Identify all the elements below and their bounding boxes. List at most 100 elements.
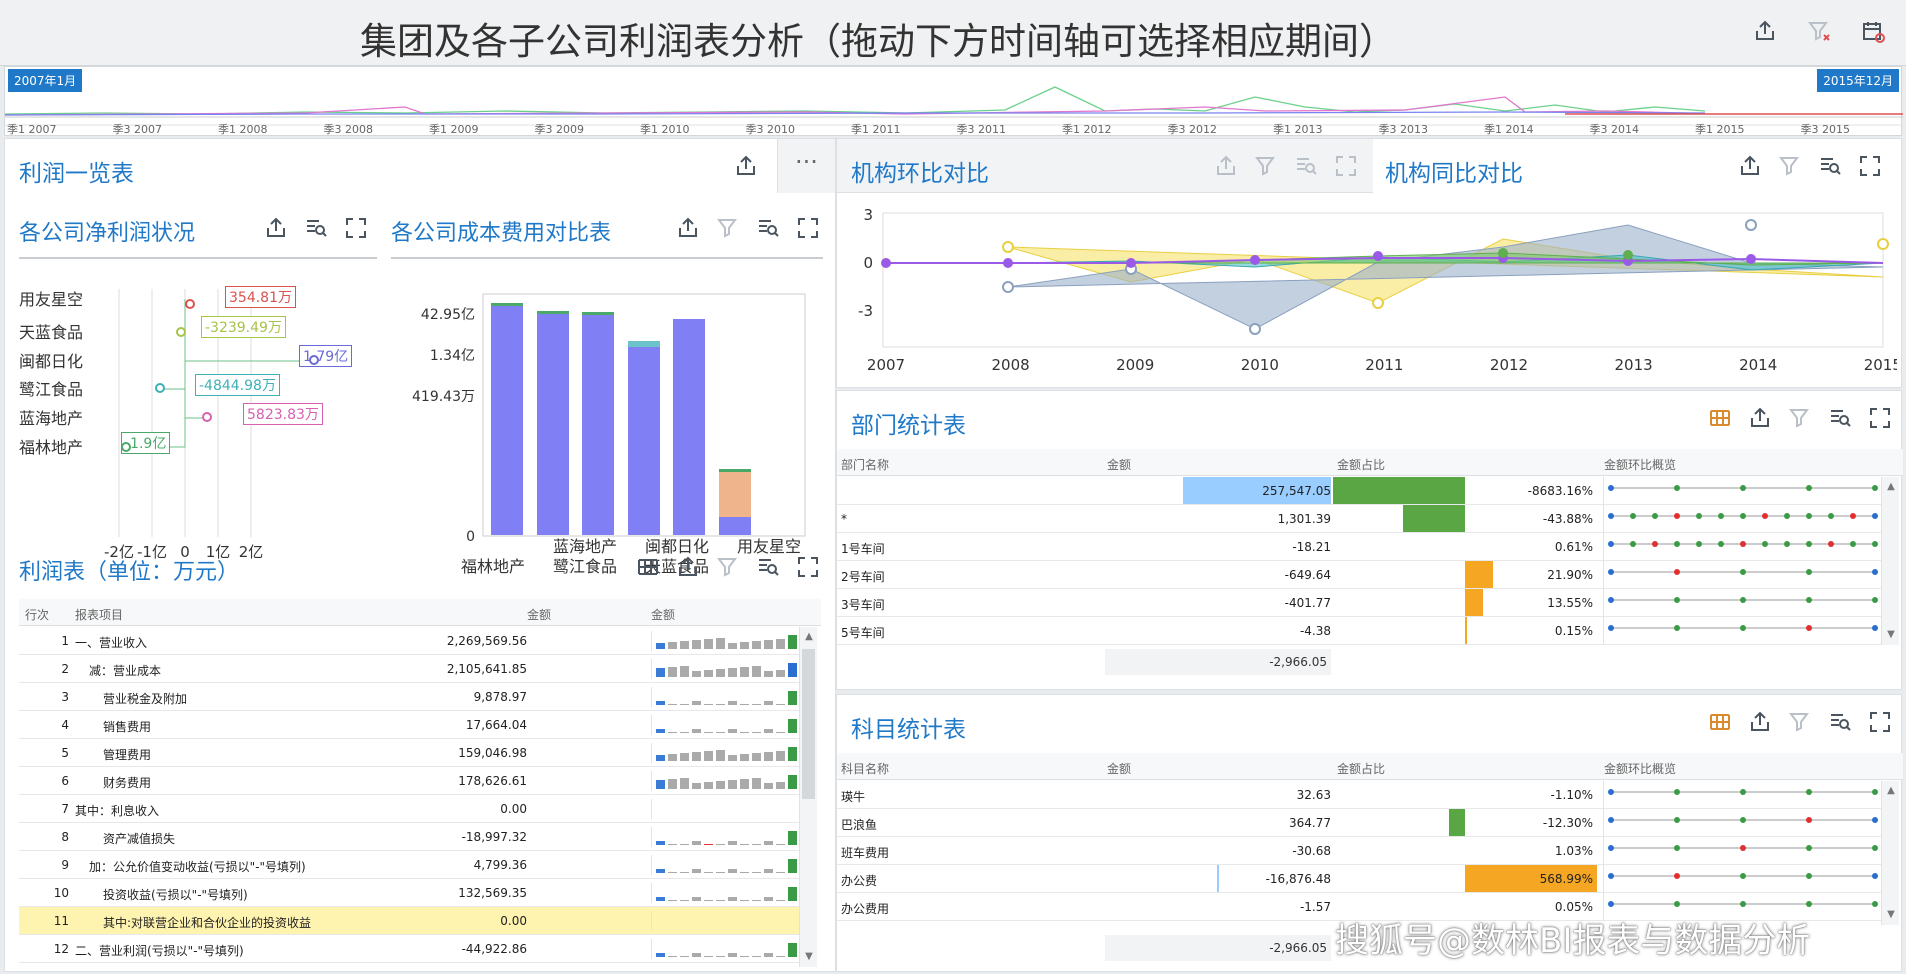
table-row[interactable]: 10 投资收益(亏损以"-"号填列) 132,569.35 xyxy=(19,879,799,907)
inline-bar xyxy=(1465,617,1467,644)
clear-filter-icon[interactable] xyxy=(1787,405,1813,431)
fullscreen-icon[interactable] xyxy=(1333,153,1359,179)
net-profit-point[interactable] xyxy=(121,442,131,452)
scroll-thumb[interactable] xyxy=(802,649,815,799)
net-profit-point[interactable] xyxy=(155,383,165,393)
net-profit-data-label: 1.79亿 xyxy=(299,345,353,367)
table-row[interactable]: 3 营业税金及附加 9,878.97 xyxy=(19,683,799,711)
search-filter-icon[interactable] xyxy=(303,215,329,241)
export-icon[interactable] xyxy=(1747,709,1773,735)
table-row[interactable]: 3号车间 -401.77 13.55% xyxy=(837,589,1881,617)
fullscreen-icon[interactable] xyxy=(1857,153,1883,179)
table-row[interactable]: 6 财务费用 178,626.61 xyxy=(19,767,799,795)
clear-filter-icon[interactable] xyxy=(1787,709,1813,735)
export-icon[interactable] xyxy=(675,554,701,580)
company-label: 蓝海地产 xyxy=(19,409,83,428)
timeline-tick: 季1 2010 xyxy=(640,123,690,136)
y-tick-label: 3 xyxy=(863,206,873,224)
x-tick-label: 2010 xyxy=(1241,356,1279,374)
table-row[interactable]: 2 减：营业成本 2,105,641.85 xyxy=(19,655,799,683)
net-profit-point[interactable] xyxy=(309,355,319,365)
cell-no: 2 xyxy=(61,662,69,676)
mini-bar-chart xyxy=(651,883,797,903)
scroll-down-icon[interactable]: ▼ xyxy=(1883,627,1899,643)
table-row[interactable]: 班车费用 -30.68 1.03% xyxy=(837,837,1881,865)
export-icon[interactable] xyxy=(1752,18,1778,44)
scroll-down-icon[interactable]: ▼ xyxy=(1883,907,1899,923)
column-settings-icon[interactable] xyxy=(1707,405,1733,431)
fullscreen-icon[interactable] xyxy=(1867,709,1893,735)
cell-amount: -1.57 xyxy=(1299,900,1331,914)
cell-amount: -401.77 xyxy=(1284,596,1331,610)
export-icon[interactable] xyxy=(675,215,701,241)
cell-item: 投资收益(亏损以"-"号填列) xyxy=(103,888,248,902)
table-row[interactable]: 巴浪鱼 364.77 -12.30% xyxy=(837,809,1881,837)
export-icon[interactable] xyxy=(263,215,289,241)
table-row[interactable]: 1 一、营业收入 2,269,569.56 xyxy=(19,627,799,655)
search-filter-icon[interactable] xyxy=(1293,153,1319,179)
mini-bar-chart xyxy=(651,687,797,707)
company-label: 闽都日化 xyxy=(19,352,83,371)
search-filter-icon[interactable] xyxy=(755,554,781,580)
table-row[interactable]: 11 其中:对联营企业和合伙企业的投资收益 0.00 xyxy=(19,907,799,935)
table-row[interactable]: 12 二、营业利润(亏损以"-"号填列) -44,922.86 xyxy=(19,935,799,963)
table-row[interactable]: 办公费 -16,876.48 568.99% xyxy=(837,865,1881,893)
fullscreen-icon[interactable] xyxy=(795,554,821,580)
export-icon[interactable] xyxy=(1213,153,1239,179)
clear-filter-icon[interactable] xyxy=(1777,153,1803,179)
search-filter-icon[interactable] xyxy=(1827,709,1853,735)
table-row[interactable]: 8 资产减值损失 -18,997.32 xyxy=(19,823,799,851)
income-table-scrollbar[interactable]: ▲ ▼ xyxy=(799,627,817,967)
table-row[interactable]: 4 销售费用 17,664.04 xyxy=(19,711,799,739)
dept-table-scrollbar[interactable]: ▲ ▼ xyxy=(1881,477,1899,645)
dept-total: -2,966.05 xyxy=(1105,649,1331,675)
table-row[interactable]: 1号车间 -18.21 0.61% xyxy=(837,533,1881,561)
fullscreen-icon[interactable] xyxy=(795,215,821,241)
calendar-icon[interactable] xyxy=(1860,18,1886,44)
timeline-start-handle[interactable]: 2007年1月 xyxy=(8,69,83,92)
x-tick-label: 2014 xyxy=(1739,356,1777,374)
column-settings-icon[interactable] xyxy=(1707,709,1733,735)
scroll-down-icon[interactable]: ▼ xyxy=(801,949,817,965)
table-row[interactable]: * 1,301.39 -43.88% xyxy=(837,505,1881,533)
more-options-icon[interactable]: ··· xyxy=(777,139,835,193)
table-row[interactable]: 257,547.05 -8683.16% xyxy=(837,477,1881,505)
scroll-up-icon[interactable]: ▲ xyxy=(1883,479,1899,495)
export-icon[interactable] xyxy=(1747,405,1773,431)
table-row[interactable]: 5号车间 -4.38 0.15% xyxy=(837,617,1881,645)
net-profit-point[interactable] xyxy=(202,412,212,422)
timeline-slider[interactable]: 2007年1月 2015年12月 季1 2007 季3 2007 季1 2008 季3… xyxy=(4,66,1903,136)
table-row[interactable]: 5 管理费用 159,046.98 xyxy=(19,739,799,767)
search-filter-icon[interactable] xyxy=(755,215,781,241)
clear-filter-icon[interactable] xyxy=(715,554,741,580)
table-row[interactable]: 9 加：公允价值变动收益(亏损以"-"号填列) 4,799.36 xyxy=(19,851,799,879)
fullscreen-icon[interactable] xyxy=(343,215,369,241)
mini-bar-chart xyxy=(651,911,797,931)
timeline-tick: 季1 2011 xyxy=(851,123,901,136)
table-row[interactable]: 2号车间 -649.64 21.90% xyxy=(837,561,1881,589)
export-icon[interactable] xyxy=(733,153,759,179)
net-profit-point[interactable] xyxy=(185,299,195,309)
yoy-chart-title[interactable]: 机构同比对比 xyxy=(1385,154,1523,188)
clear-filter-icon[interactable] xyxy=(1806,18,1832,44)
timeline-end-handle[interactable]: 2015年12月 xyxy=(1817,69,1899,92)
clear-filter-icon[interactable] xyxy=(715,215,741,241)
bar-mindu xyxy=(628,347,660,535)
clear-filter-icon[interactable] xyxy=(1253,153,1279,179)
export-icon[interactable] xyxy=(1737,153,1763,179)
fullscreen-icon[interactable] xyxy=(1867,405,1893,431)
cell-no: 5 xyxy=(61,746,69,760)
profit-overview-panel: 利润一览表 ··· 各公司净利润状况 用友星空 天蓝食品 闽都日化 鹭江食品 蓝海地产福… xyxy=(4,138,836,972)
cell-item: 其中:对联营企业和合伙企业的投资收益 xyxy=(103,916,312,930)
subject-table-scrollbar[interactable]: ▲ ▼ xyxy=(1881,781,1899,925)
scroll-up-icon[interactable]: ▲ xyxy=(1883,783,1899,799)
search-filter-icon[interactable] xyxy=(1817,153,1843,179)
cell-percent: 13.55% xyxy=(1547,596,1593,610)
column-settings-icon[interactable] xyxy=(635,554,661,580)
net-profit-point[interactable] xyxy=(176,327,186,337)
search-filter-icon[interactable] xyxy=(1827,405,1853,431)
mom-chart-panel: 机构环比对比 机构同比对比 3 0 -3 2007 2008 2009 2010 2011 20… xyxy=(836,138,1902,388)
table-row[interactable]: 瑛牛 32.63 -1.10% xyxy=(837,781,1881,809)
scroll-up-icon[interactable]: ▲ xyxy=(801,629,817,645)
table-row[interactable]: 7 其中：利息收入 0.00 xyxy=(19,795,799,823)
